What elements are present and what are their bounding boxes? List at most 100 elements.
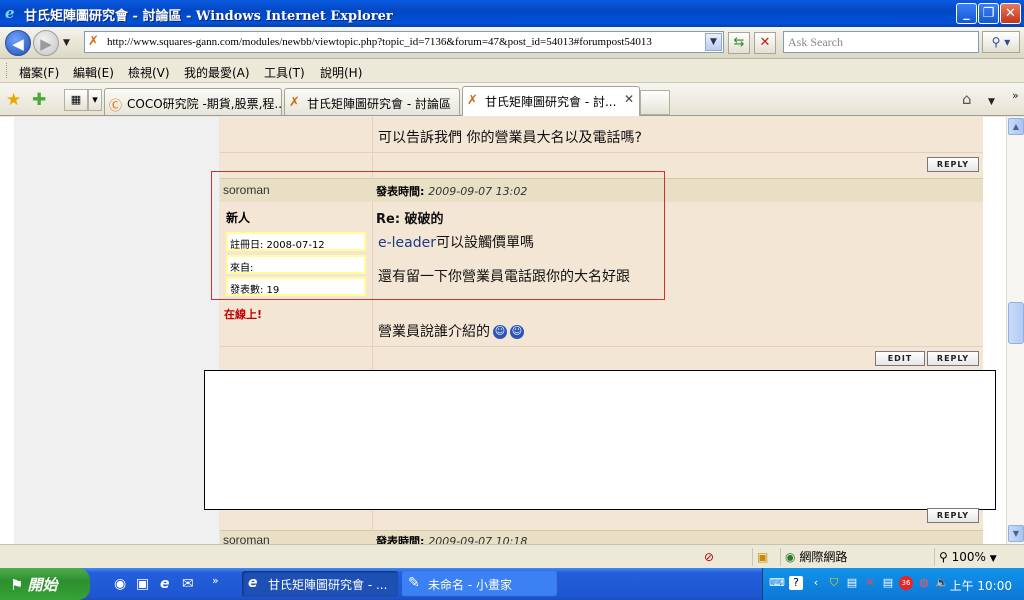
page-icon: ✗ — [289, 95, 300, 110]
home-dropdown-icon[interactable]: ▼ — [988, 97, 995, 107]
zoom-icon: ⚲ — [939, 550, 948, 564]
menu-favorites[interactable]: 我的最愛(A) — [184, 64, 250, 81]
address-dropdown-icon[interactable]: ▼ — [705, 33, 722, 51]
minimize-button[interactable]: _ — [956, 3, 977, 24]
tab-label: 甘氏矩陣圖研究會 - 討... — [485, 95, 617, 109]
navigation-bar: ◀ ▶ ▼ ✗ http://www.squares-gann.com/modu… — [0, 27, 1024, 59]
network-disconnected-icon[interactable]: ✕ — [863, 576, 877, 590]
zone-label: 網際網路 — [799, 550, 848, 564]
ie-icon: e — [5, 4, 15, 22]
menu-tools[interactable]: 工具(T) — [264, 64, 305, 81]
favorites-star-icon[interactable]: ★ — [6, 90, 21, 110]
task-label: 甘氏矩陣圖研究會 - ... — [268, 578, 388, 592]
scroll-thumb[interactable] — [1008, 302, 1024, 344]
menu-bar: 檔案(F) 編輯(E) 檢視(V) 我的最愛(A) 工具(T) 說明(H) — [0, 59, 1024, 83]
task-ie[interactable]: e 甘氏矩陣圖研究會 - ... — [242, 571, 398, 597]
volume-icon[interactable]: 🔈 — [935, 576, 949, 590]
reply-button[interactable]: REPLY — [927, 351, 979, 366]
new-tab-button[interactable] — [640, 90, 670, 115]
refresh-icon[interactable]: ⇆ — [728, 32, 750, 54]
task-paint[interactable]: ✎ 未命名 - 小畫家 — [402, 571, 558, 597]
post-time: 發表時間: 2009-09-07 10:18 — [376, 535, 528, 544]
reply-button[interactable]: REPLY — [927, 508, 979, 523]
tab-label: COCO研究院 -期貨,股票,程... — [127, 97, 282, 111]
paint-icon: ✎ — [408, 575, 420, 591]
next-post-header: soroman 發表時間: 2009-09-07 10:18 — [220, 530, 983, 544]
protected-mode-icon[interactable]: ▣ — [752, 548, 776, 566]
menu-edit[interactable]: 編輯(E) — [73, 64, 114, 81]
network-icon[interactable]: ▤ — [881, 576, 895, 590]
scroll-up-icon[interactable]: ▲ — [1008, 118, 1024, 135]
clock[interactable]: 上午 10:00 — [950, 577, 1012, 594]
forward-button[interactable]: ▶ — [33, 30, 59, 56]
menu-help[interactable]: 說明(H) — [320, 64, 362, 81]
tab-forum-active[interactable]: ✗ 甘氏矩陣圖研究會 - 討... ✕ — [462, 86, 640, 116]
tab-list-dropdown-icon[interactable]: ▾ — [88, 89, 102, 111]
back-button[interactable]: ◀ — [5, 30, 31, 56]
scroll-down-icon[interactable]: ▼ — [1008, 525, 1024, 542]
address-url[interactable]: http://www.squares-gann.com/modules/newb… — [107, 36, 652, 48]
app-quicklaunch-icon[interactable]: ✉ — [182, 576, 194, 592]
expand-tray-icon[interactable]: ‹ — [809, 576, 823, 590]
ie-quicklaunch-icon[interactable]: e — [160, 576, 170, 592]
security-zone[interactable]: ◉ 網際網路 — [780, 548, 930, 566]
status-bar: ⊘ ▣ ◉ 網際網路 ⚲ 100% ▼ — [0, 544, 1024, 568]
media-player-icon[interactable]: ◉ — [114, 576, 126, 592]
tab-coco[interactable]: Ⓒ COCO研究院 -期貨,股票,程... — [104, 88, 282, 115]
menu-file[interactable]: 檔案(F) — [19, 64, 59, 81]
post-separator — [220, 346, 983, 347]
left-column — [14, 117, 220, 544]
edit-button[interactable]: EDIT — [875, 351, 925, 366]
antivirus-icon[interactable]: 36 — [899, 576, 913, 590]
title-bar: e 甘氏矩陣圖研究會 - 討論區 - Windows Internet Expl… — [0, 0, 1024, 27]
zoom-level: 100% — [951, 550, 986, 564]
search-button[interactable]: ⚲ ▾ — [982, 31, 1020, 53]
page-icon: ✗ — [88, 34, 99, 49]
coco-site-icon: Ⓒ — [109, 99, 123, 114]
post-separator — [220, 152, 983, 153]
restore-button[interactable]: ❐ — [978, 3, 999, 24]
alert-icon[interactable]: ◍ — [917, 576, 931, 590]
privacy-icon[interactable]: ⊘ — [700, 548, 740, 566]
system-tray: ⌨ ? ‹ ⛉ ▤ ✕ ▤ 36 ◍ 🔈 上午 10:00 — [762, 568, 1024, 600]
add-favorite-icon[interactable]: ✚ — [32, 90, 46, 110]
tab-bar: ★ ✚ ▦ ▾ Ⓒ COCO研究院 -期貨,股票,程... ✗ 甘氏矩陣圖研究會… — [0, 83, 1024, 116]
smiley-icon: ☺ — [510, 325, 524, 339]
window-title: 甘氏矩陣圖研究會 - 討論區 - Windows Internet Explor… — [24, 9, 393, 24]
quicklaunch-more-icon[interactable]: » — [212, 574, 219, 587]
desktop-icon[interactable]: ▣ — [136, 576, 149, 592]
close-button[interactable]: ✕ — [1000, 3, 1021, 24]
post-author[interactable]: soroman — [223, 533, 270, 544]
overlay-box — [204, 370, 996, 510]
tab-forum[interactable]: ✗ 甘氏矩陣圖研究會 - 討論區 — [284, 88, 460, 115]
start-button[interactable]: ⚑ 開始 — [0, 568, 90, 600]
taskbar: ⚑ 開始 ◉ ▣ e ✉ » e 甘氏矩陣圖研究會 - ... ✎ 未命名 - 小… — [0, 568, 1024, 600]
smiley-icon: ☺ — [493, 325, 507, 339]
close-tab-icon[interactable]: ✕ — [624, 92, 634, 106]
online-status: 在線上! — [224, 308, 263, 321]
search-input[interactable]: Ask Search — [783, 31, 979, 53]
stop-icon[interactable]: ✕ — [754, 32, 776, 54]
menu-view[interactable]: 檢視(V) — [128, 64, 170, 81]
ie-icon: e — [248, 575, 258, 591]
highlight-box — [211, 171, 665, 300]
history-dropdown-icon[interactable]: ▼ — [63, 38, 70, 48]
zoom-dropdown-icon[interactable]: ▼ — [990, 554, 997, 564]
zoom-control[interactable]: ⚲ 100% ▼ — [934, 548, 1022, 566]
address-bar[interactable]: ✗ http://www.squares-gann.com/modules/ne… — [84, 31, 724, 53]
globe-icon: ◉ — [785, 550, 796, 564]
security-shield-icon[interactable]: ⛉ — [827, 576, 841, 590]
help-icon[interactable]: ? — [789, 576, 803, 590]
keyboard-icon[interactable]: ⌨ — [769, 576, 785, 590]
more-tools-icon[interactable]: » — [1012, 89, 1019, 102]
tab-label: 甘氏矩陣圖研究會 - 討論區 — [307, 97, 451, 111]
windows-flag-icon: ⚑ — [10, 576, 24, 594]
network-icon[interactable]: ▤ — [845, 576, 859, 590]
task-label: 未命名 - 小畫家 — [428, 578, 512, 592]
menu-grip — [6, 63, 9, 78]
home-icon[interactable]: ⌂ — [962, 90, 972, 108]
reply-button[interactable]: REPLY — [927, 157, 979, 172]
previous-post-text: 可以告訴我們 你的營業員大名以及電話嗎? — [378, 130, 642, 146]
quick-tabs-icon[interactable]: ▦ — [64, 89, 88, 111]
vertical-scrollbar[interactable]: ▲ ▼ — [1006, 117, 1024, 544]
